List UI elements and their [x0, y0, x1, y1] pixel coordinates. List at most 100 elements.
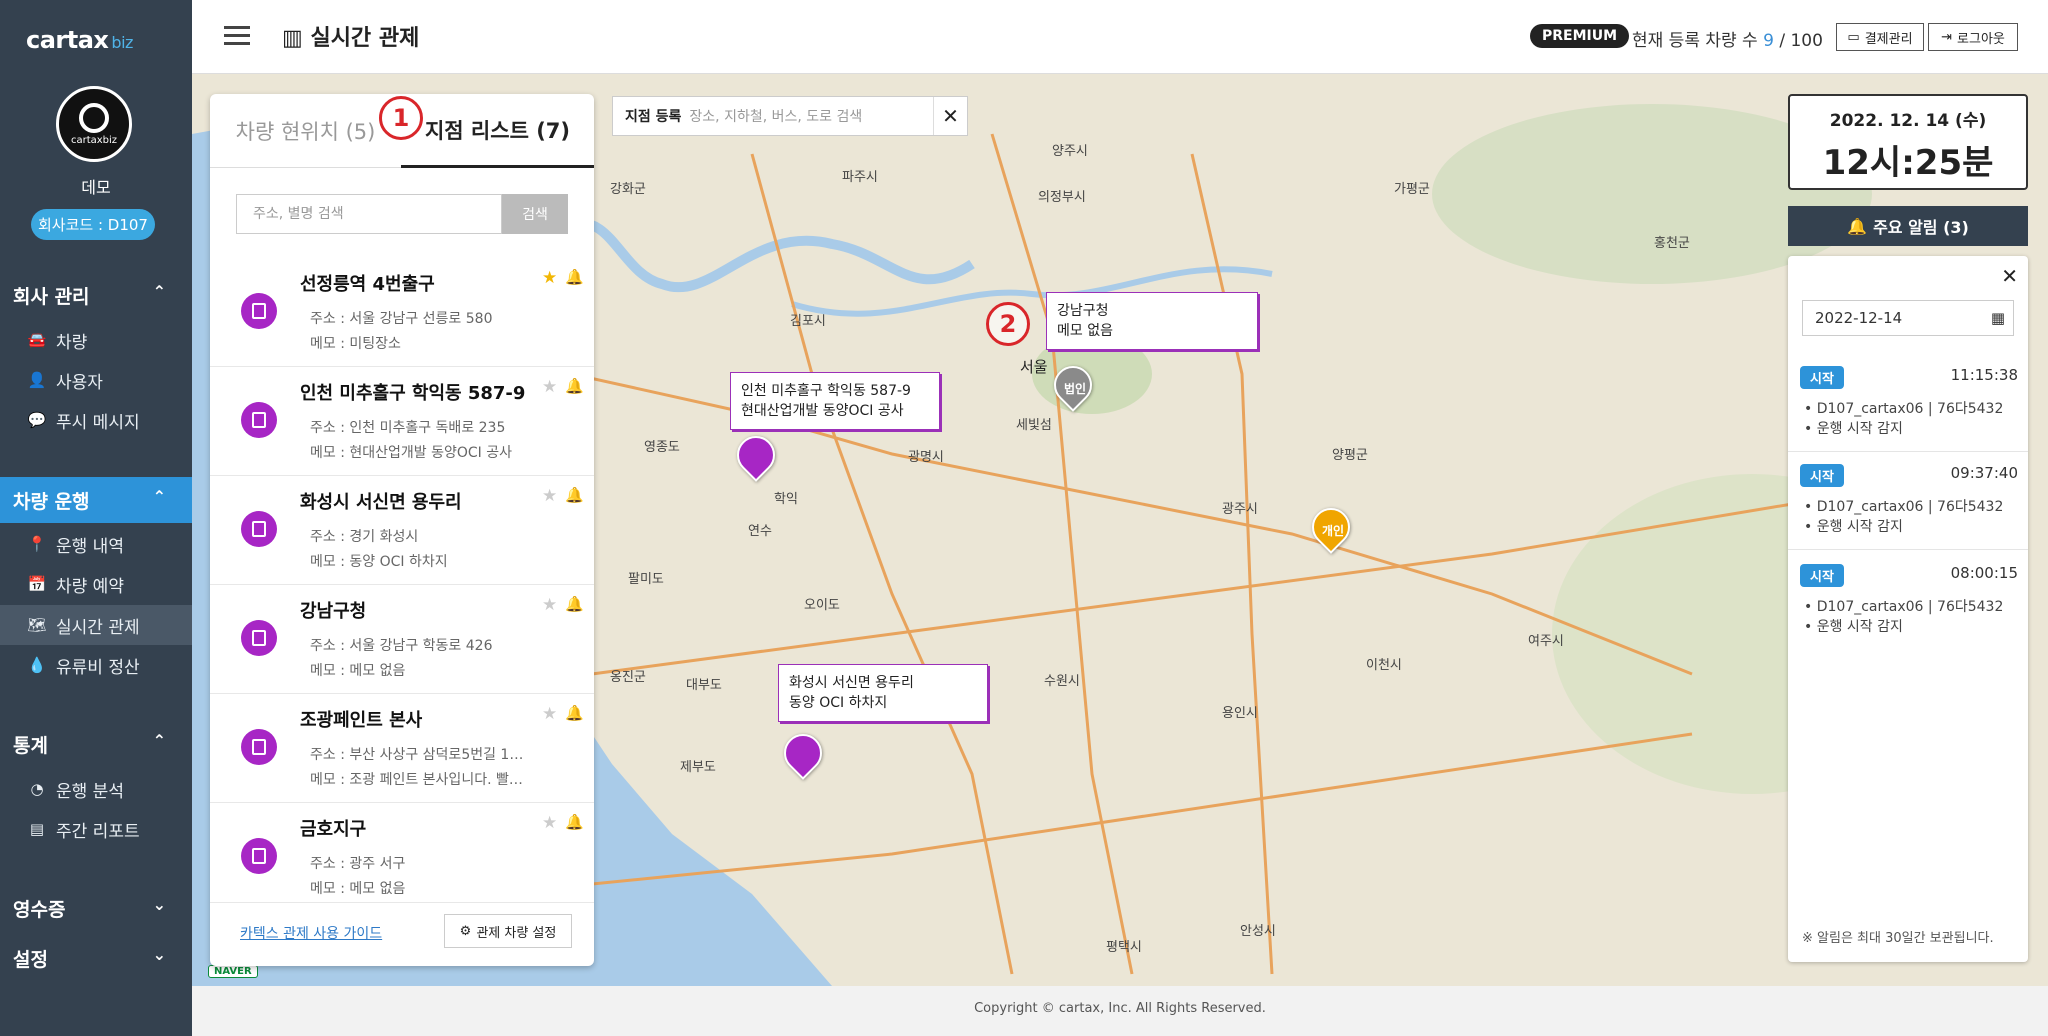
building-icon	[241, 511, 277, 547]
close-icon[interactable]: ✕	[2001, 264, 2018, 288]
alert-date-picker[interactable]: 2022-12-14 ▦	[1802, 300, 2014, 336]
map-search-bar[interactable]: 지점 등록 장소, 지하철, 버스, 도로 검색 ✕	[612, 96, 968, 136]
pie-chart-icon: ◔	[30, 780, 44, 798]
fuel-drop-icon: 💧	[27, 656, 47, 674]
bell-icon[interactable]: 🔔	[565, 377, 584, 395]
place-label: 평택시	[1106, 940, 1142, 955]
bell-icon[interactable]: 🔔	[565, 595, 584, 613]
place-label: 홍천군	[1654, 236, 1690, 251]
billing-button[interactable]: ▭ 결제관리	[1836, 23, 1924, 51]
chevron-down-icon: ⌄	[152, 945, 166, 964]
alert-retention-note: ※ 알림은 최대 30일간 보관됩니다.	[1802, 931, 1994, 946]
clock: 2022. 12. 14 (수) 12시:25분	[1788, 94, 2028, 190]
place-label: 양주시	[1052, 144, 1088, 159]
bell-icon[interactable]: 🔔	[565, 268, 584, 286]
section-driving[interactable]: 차량 운행 ⌃	[0, 477, 192, 523]
place-label: 광명시	[908, 450, 944, 465]
annotation-badge-1: 1	[379, 96, 423, 140]
hamburger-menu-icon[interactable]	[224, 26, 250, 48]
alert-item[interactable]: 시작 11:15:38 • D107_cartax06 | 76다5432 • 운행 …	[1788, 356, 2028, 452]
place-label: 파주시	[842, 170, 878, 185]
branch-search-input[interactable]: 주소, 별명 검색	[236, 194, 502, 234]
sidebar-item-push[interactable]: 💬 푸시 메시지	[0, 400, 192, 440]
list-item[interactable]: 조광페인트 본사 주소 : 부산 사상구 삼덕로5번길 1… 메모 : 조광 페인트…	[210, 694, 594, 803]
usage-guide-link[interactable]: 카텍스 관제 사용 가이드	[240, 923, 382, 943]
place-label: 오이도	[804, 598, 840, 613]
star-icon[interactable]: ★	[542, 704, 557, 724]
logo[interactable]: cartax biz	[26, 26, 133, 54]
sidebar-item-vehicles[interactable]: 🚘 차량	[0, 320, 192, 360]
sidebar-item-analysis[interactable]: ◔ 운행 분석	[0, 769, 192, 809]
section-settings[interactable]: 설정 ⌄	[0, 935, 192, 981]
section-receipts[interactable]: 영수증 ⌄	[0, 885, 192, 931]
place-label: 안성시	[1240, 924, 1276, 939]
building-icon	[241, 293, 277, 329]
tab-vehicle-location[interactable]: 차량 현위치 (5)	[210, 94, 401, 168]
map-callout-gangnam: 강남구청 메모 없음	[1046, 292, 1258, 350]
alerts-button[interactable]: 🔔 주요 알림 (3)	[1788, 206, 2028, 246]
place-label: 강화군	[610, 182, 646, 197]
star-icon[interactable]: ★	[542, 486, 557, 506]
place-label: 옹진군	[610, 670, 646, 685]
bell-icon[interactable]: 🔔	[565, 704, 584, 722]
location-pin-icon: 📍	[27, 535, 47, 553]
bell-icon[interactable]: 🔔	[565, 813, 584, 831]
place-label: 의정부시	[1038, 190, 1086, 205]
place-label: 김포시	[790, 314, 826, 329]
place-label: 제부도	[680, 760, 716, 775]
building-icon	[241, 729, 277, 765]
building-icon	[241, 620, 277, 656]
chat-icon: 💬	[27, 411, 47, 429]
car-icon: 🚘	[27, 331, 47, 349]
star-icon[interactable]: ★	[542, 595, 557, 615]
sidebar-item-fuel[interactable]: 💧 유류비 정산	[0, 645, 192, 685]
footer: Copyright © cartax, Inc. All Rights Rese…	[192, 986, 2048, 1036]
sidebar-item-weekly[interactable]: ▤ 주간 리포트	[0, 809, 192, 849]
sidebar-item-realtime[interactable]: 🗺 실시간 관제	[0, 605, 192, 645]
close-icon[interactable]: ✕	[933, 97, 967, 135]
sidebar-item-users[interactable]: 👤 사용자	[0, 360, 192, 400]
tab-branch-list[interactable]: 지점 리스트 (7)	[401, 94, 594, 168]
building-icon	[241, 402, 277, 438]
card-icon: ▭	[1847, 29, 1860, 45]
calendar-icon: ▦	[1990, 309, 2005, 327]
logout-button[interactable]: ⇥ 로그아웃	[1928, 23, 2018, 51]
star-icon[interactable]: ★	[542, 377, 557, 397]
place-label: 가평군	[1394, 182, 1430, 197]
alert-item[interactable]: 시작 08:00:15 • D107_cartax06 | 76다5432 • 운행 …	[1788, 554, 2028, 650]
clock-time: 12시:25분	[1822, 143, 1994, 183]
naver-logo: NAVER	[208, 965, 258, 978]
bell-icon[interactable]: 🔔	[565, 486, 584, 504]
vehicle-count: 현재 등록 차량 수 9 / 100	[1632, 31, 1823, 51]
list-item[interactable]: 인천 미추홀구 학익동 587-9 주소 : 인천 미추홀구 독배로 235 메모 …	[210, 367, 594, 476]
top-bar: ▥ 실시간 관제 PREMIUM 현재 등록 차량 수 9 / 100 ▭ 결제관…	[192, 0, 2048, 74]
list-item[interactable]: 금호지구 주소 : 광주 서구 메모 : 메모 없음 ★ 🔔	[210, 803, 594, 903]
bell-icon: 🔔	[1847, 216, 1868, 236]
clock-date: 2022. 12. 14 (수)	[1829, 111, 1987, 131]
place-label: 양평군	[1332, 448, 1368, 463]
star-icon[interactable]: ★	[542, 268, 557, 288]
search-button[interactable]: 검색	[502, 194, 568, 234]
vehicle-settings-button[interactable]: ⚙ 관제 차량 설정	[444, 914, 572, 948]
sidebar-item-reservation[interactable]: 📅 차량 예약	[0, 564, 192, 604]
sidebar-item-trips[interactable]: 📍 운행 내역	[0, 524, 192, 564]
section-stats[interactable]: 통계 ⌃	[0, 721, 192, 767]
place-label: 세빛섬	[1016, 418, 1052, 433]
place-label: 연수	[748, 524, 772, 539]
pin-corp-label: 법인	[1063, 382, 1087, 396]
star-icon[interactable]: ★	[542, 813, 557, 833]
alert-item[interactable]: 시작 09:37:40 • D107_cartax06 | 76다5432 • 운행 …	[1788, 454, 2028, 550]
gear-icon: ⚙	[459, 923, 472, 939]
section-company[interactable]: 회사 관리 ⌃	[0, 272, 192, 318]
place-label: 수원시	[1044, 674, 1080, 689]
place-label: 광주시	[1222, 502, 1258, 517]
chevron-up-icon: ⌃	[152, 731, 166, 750]
list-item[interactable]: 선정릉역 4번출구 주소 : 서울 강남구 선릉로 580 메모 : 미팅장소 ★ 🔔	[210, 258, 594, 367]
list-item[interactable]: 강남구청 주소 : 서울 강남구 학동로 426 메모 : 메모 없음 ★ 🔔	[210, 585, 594, 694]
calendar-icon: 📅	[27, 575, 47, 593]
map-callout-hwaseong: 화성시 서신면 용두리 동양 OCI 하차지	[778, 664, 988, 722]
logout-icon: ⇥	[1941, 29, 1953, 45]
list-item[interactable]: 화성시 서신면 용두리 주소 : 경기 화성시 메모 : 동양 OCI 하차지 ★ 🔔	[210, 476, 594, 585]
map-search-label: 지점 등록	[625, 109, 682, 125]
map-search-input[interactable]: 장소, 지하철, 버스, 도로 검색	[689, 106, 933, 126]
